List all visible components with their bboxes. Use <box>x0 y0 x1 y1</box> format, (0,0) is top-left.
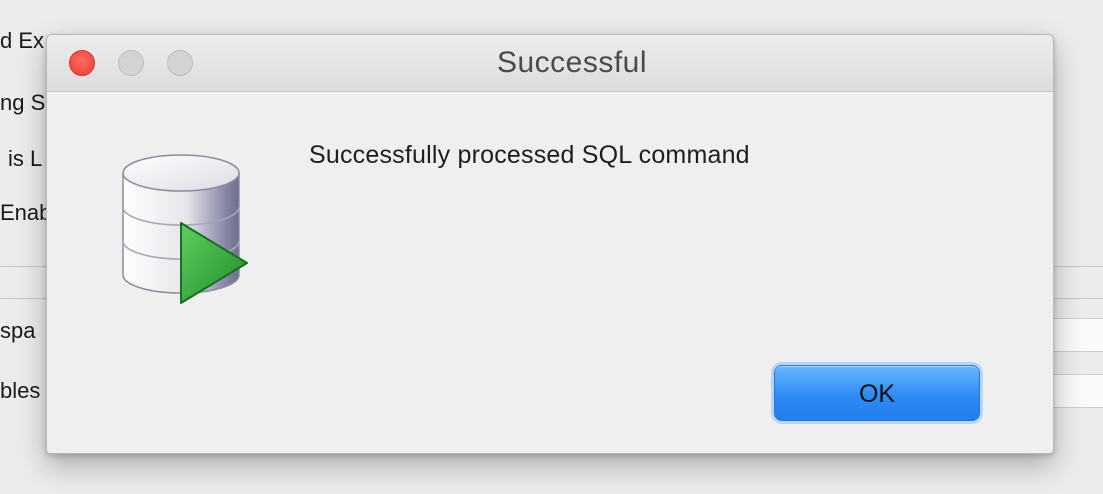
background-label-1: d Ex <box>0 28 45 53</box>
background-label-4: Enab <box>0 200 52 225</box>
background-input-2 <box>1050 374 1103 408</box>
background-label-5: spa <box>0 318 36 343</box>
dialog-titlebar[interactable]: Successful <box>47 35 1053 92</box>
ok-button[interactable]: OK <box>774 365 980 421</box>
background-input-1 <box>1050 318 1103 352</box>
background-label-6: bles <box>0 378 41 403</box>
background-label-3: is L <box>8 146 43 171</box>
success-dialog: Successful Successfully processed SQL co… <box>46 34 1054 454</box>
background-label-2: ng S <box>0 90 46 115</box>
database-run-icon <box>122 154 248 304</box>
dialog-title: Successful <box>496 46 648 79</box>
dialog-message: Successfully processed SQL command <box>309 141 750 169</box>
